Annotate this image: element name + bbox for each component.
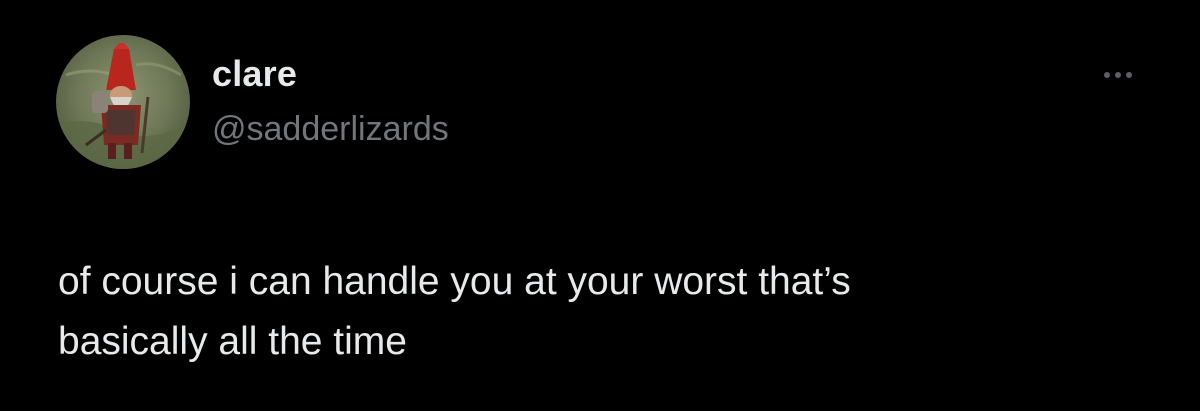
- display-name[interactable]: clare: [212, 52, 297, 96]
- avatar[interactable]: [56, 35, 190, 169]
- tweet-text: of course i can handle you at your worst…: [58, 260, 851, 363]
- more-options-button[interactable]: [1092, 60, 1144, 90]
- more-dot-icon: [1126, 72, 1132, 78]
- tweet-card: clare @sadderlizards of course i can han…: [0, 0, 1200, 411]
- more-dot-icon: [1104, 72, 1110, 78]
- user-handle[interactable]: @sadderlizards: [212, 107, 449, 151]
- gnome-avatar-image: [56, 35, 190, 169]
- more-dot-icon: [1115, 72, 1121, 78]
